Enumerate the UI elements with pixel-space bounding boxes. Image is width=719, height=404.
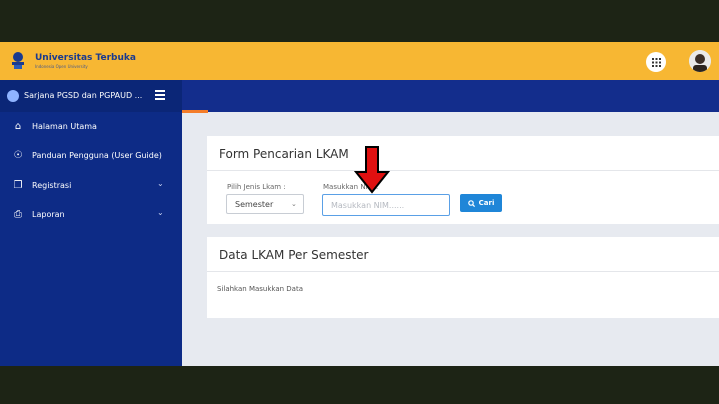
search-button[interactable]: Cari <box>460 194 502 212</box>
sidebar-item-laporan[interactable]: ⎙ Laporan ⌄ <box>0 202 182 228</box>
university-logo <box>12 52 24 69</box>
sidebar-item-registrasi[interactable]: ❐ Registrasi ⌄ <box>0 173 182 199</box>
compass-icon: ☉ <box>13 150 23 161</box>
results-empty-message: Silahkan Masukkan Data <box>217 285 304 293</box>
search-form-title: Form Pencarian LKAM <box>219 147 349 161</box>
avatar-icon <box>689 50 711 72</box>
print-icon: ⎙ <box>14 209 22 220</box>
lkam-type-select[interactable]: Semester ⌄ <box>226 194 304 214</box>
user-avatar[interactable] <box>689 50 711 72</box>
search-button-label: Cari <box>478 199 495 207</box>
grid-icon <box>651 57 661 67</box>
sidebar-item-label: Laporan <box>32 210 65 219</box>
content-header-strip <box>182 80 719 112</box>
copy-icon: ❐ <box>13 180 23 191</box>
menu-toggle-icon[interactable] <box>155 90 165 100</box>
sidebar-item-panduan[interactable]: ☉ Panduan Pengguna (User Guide) <box>0 143 182 169</box>
chevron-down-icon: ⌄ <box>157 208 164 217</box>
chevron-down-icon: ⌄ <box>291 200 297 208</box>
apps-button[interactable] <box>646 52 666 72</box>
program-selector[interactable]: Sarjana PGSD dan PGPAUD ... <box>24 91 142 100</box>
chevron-down-icon: ⌄ <box>157 179 164 188</box>
card-divider <box>207 170 719 171</box>
results-title: Data LKAM Per Semester <box>219 248 369 262</box>
red-arrow-annotation <box>354 146 390 194</box>
program-icon <box>7 90 19 102</box>
home-icon: ⌂ <box>14 121 22 132</box>
search-icon <box>467 199 475 207</box>
lkam-type-value: Semester <box>235 200 274 209</box>
nim-search-input[interactable] <box>322 194 450 216</box>
type-label: Pilih Jenis Lkam : <box>227 183 286 191</box>
card-divider <box>207 271 719 272</box>
content-accent-bar <box>182 110 208 113</box>
video-frame-top <box>0 0 719 42</box>
sidebar-item-label: Registrasi <box>32 181 72 190</box>
brand-name[interactable]: Universitas Terbuka <box>35 53 136 63</box>
sidebar-item-label: Halaman Utama <box>32 122 97 131</box>
sidebar-item-halaman-utama[interactable]: ⌂ Halaman Utama <box>0 114 182 140</box>
video-frame-bottom <box>0 366 719 404</box>
sidebar-item-label: Panduan Pengguna (User Guide) <box>32 151 162 160</box>
brand-subtitle: Indonesia Open University <box>35 64 88 69</box>
